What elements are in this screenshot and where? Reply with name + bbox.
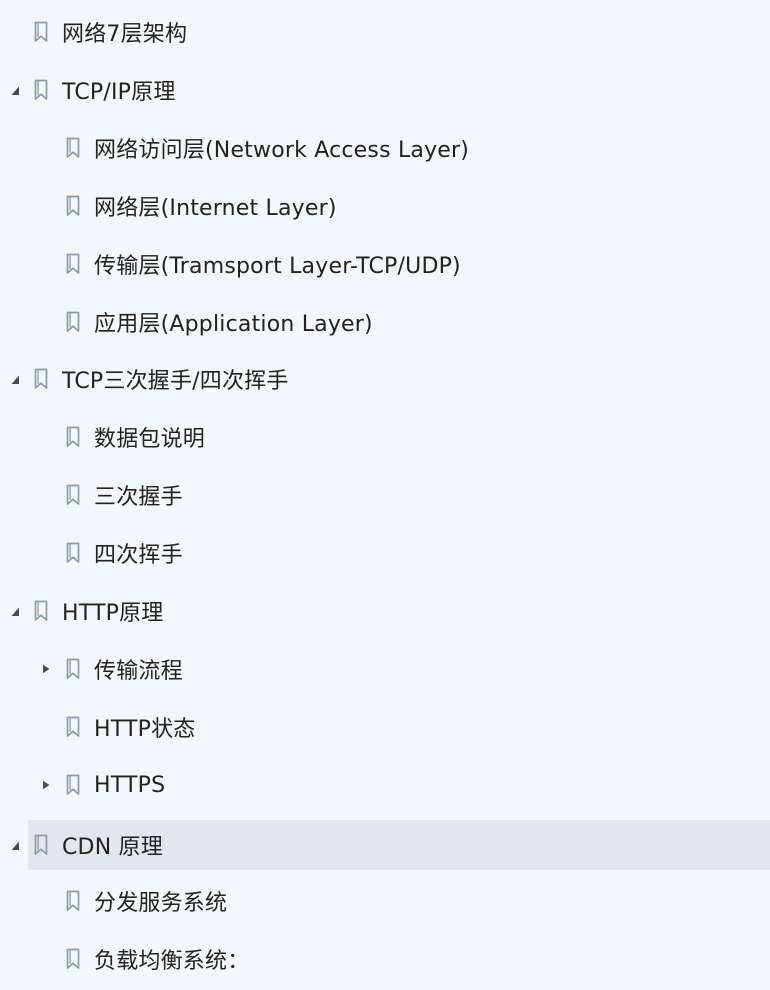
tree-item-internet-layer[interactable]: 网络层(Internet Layer) bbox=[0, 183, 770, 229]
tree-item-label: 网络层(Internet Layer) bbox=[94, 196, 337, 221]
tree-item-label: HTTP原理 bbox=[62, 601, 164, 626]
tree-item-four-way-wave[interactable]: 四次挥手 bbox=[0, 530, 770, 576]
tree-item-网络7层架构[interactable]: 网络7层架构 bbox=[0, 9, 770, 55]
tree-item-distribution-system[interactable]: 分发服务系统 bbox=[0, 878, 770, 924]
expanded-arrow-icon[interactable] bbox=[8, 84, 20, 96]
tree-item-http-status[interactable]: HTTP状态 bbox=[0, 704, 770, 750]
tree-item-three-way-handshake[interactable]: 三次握手 bbox=[0, 472, 770, 518]
expanded-arrow-icon[interactable] bbox=[8, 373, 20, 385]
expanded-arrow-icon[interactable] bbox=[8, 605, 20, 617]
tree-item-label: 数据包说明 bbox=[94, 427, 206, 452]
tree-item-label: 三次握手 bbox=[94, 485, 183, 510]
tree-item-network-access-layer[interactable]: 网络访问层(Network Access Layer) bbox=[0, 125, 770, 171]
tree-item-label: 网络访问层(Network Access Layer) bbox=[94, 138, 470, 163]
tree-item-label: TCP三次握手/四次挥手 bbox=[62, 369, 289, 394]
tree-item-cdn-principle[interactable]: CDN 原理 bbox=[0, 820, 770, 870]
tree-item-tcp-ip-principle[interactable]: TCP/IP原理 bbox=[0, 67, 770, 113]
bookmark-icon bbox=[64, 310, 82, 334]
tree-item-label: CDN 原理 bbox=[62, 835, 163, 860]
tree-item-label: HTTP状态 bbox=[94, 717, 196, 742]
tree-item-label: 应用层(Application Layer) bbox=[94, 312, 373, 337]
bookmark-icon bbox=[32, 20, 50, 44]
bookmark-icon bbox=[64, 657, 82, 681]
tree-item-label: 分发服务系统 bbox=[94, 891, 228, 916]
bookmark-icon bbox=[64, 136, 82, 160]
bookmark-icon bbox=[64, 715, 82, 739]
tree-item-label: HTTPS bbox=[94, 772, 166, 798]
collapsed-arrow-icon[interactable] bbox=[40, 663, 52, 675]
bookmark-icon bbox=[64, 194, 82, 218]
tree-item-label: TCP/IP原理 bbox=[62, 80, 176, 105]
tree-item-load-balancing-system[interactable]: 负载均衡系统： bbox=[0, 936, 770, 982]
tree-item-http-principle[interactable]: HTTP原理 bbox=[0, 588, 770, 634]
tree-item-packet-description[interactable]: 数据包说明 bbox=[0, 414, 770, 460]
tree-item-label: 传输层(Tramsport Layer-TCP/UDP) bbox=[94, 254, 461, 279]
tree-item-transfer-process[interactable]: 传输流程 bbox=[0, 646, 770, 692]
bookmark-tree: 网络7层架构 TCP/IP原理 网络访问层(Network Access Lay… bbox=[0, 0, 770, 990]
bookmark-icon bbox=[64, 252, 82, 276]
bookmark-icon bbox=[64, 773, 82, 797]
expanded-arrow-icon[interactable] bbox=[8, 839, 20, 851]
collapsed-arrow-icon[interactable] bbox=[40, 779, 52, 791]
tree-item-label: 网络7层架构 bbox=[62, 22, 188, 47]
bookmark-icon bbox=[32, 367, 50, 391]
tree-item-https[interactable]: HTTPS bbox=[0, 762, 770, 808]
bookmark-icon bbox=[64, 947, 82, 971]
tree-item-application-layer[interactable]: 应用层(Application Layer) bbox=[0, 299, 770, 345]
tree-item-label: 四次挥手 bbox=[94, 543, 183, 568]
bookmark-icon bbox=[32, 599, 50, 623]
bookmark-icon bbox=[64, 425, 82, 449]
bookmark-icon bbox=[64, 483, 82, 507]
tree-item-label: 传输流程 bbox=[94, 659, 183, 684]
bookmark-icon bbox=[64, 889, 82, 913]
tree-item-tcp-handshake[interactable]: TCP三次握手/四次挥手 bbox=[0, 356, 770, 402]
bookmark-icon bbox=[32, 833, 50, 857]
tree-item-transport-layer[interactable]: 传输层(Tramsport Layer-TCP/UDP) bbox=[0, 241, 770, 287]
tree-item-label: 负载均衡系统： bbox=[94, 949, 250, 974]
bookmark-icon bbox=[64, 541, 82, 565]
bookmark-icon bbox=[32, 78, 50, 102]
